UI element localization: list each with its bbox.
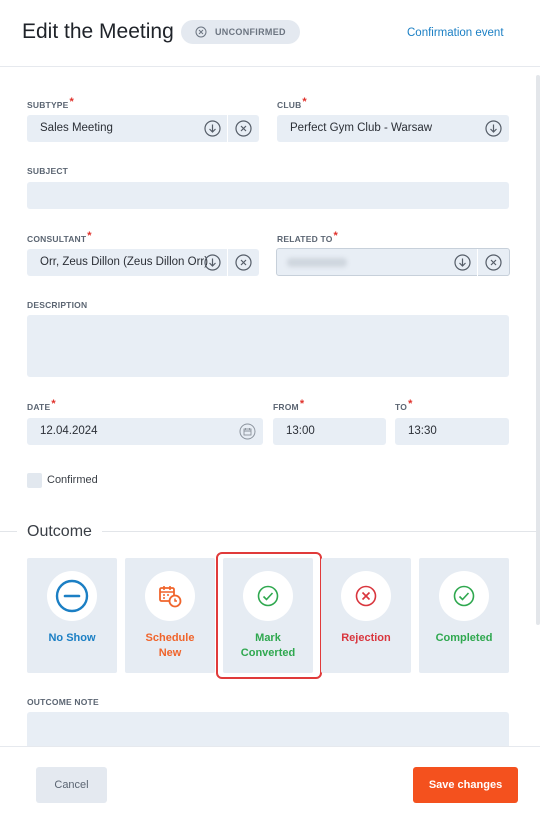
consultant-label: CONSULTANT* — [27, 230, 92, 244]
to-time-input[interactable]: 13:30 — [395, 418, 509, 445]
date-value: 12.04.2024 — [40, 425, 98, 437]
outcome-label: Rejection — [341, 632, 391, 644]
outcome-label: Completed — [435, 632, 493, 644]
from-time-input[interactable]: 13:00 — [273, 418, 386, 445]
x-circle-icon — [355, 585, 377, 607]
description-textarea[interactable] — [27, 315, 509, 377]
x-circle-icon — [195, 26, 207, 38]
outcome-no-show[interactable]: No Show — [27, 558, 117, 673]
modal-header: Edit the Meeting UNCONFIRMED Confirmatio… — [0, 0, 540, 67]
outcome-title: Outcome — [17, 523, 102, 541]
consultant-select[interactable]: Orr, Zeus Dillon (Zeus Dillon Orr) — [27, 249, 259, 276]
confirmation-event-link[interactable]: Confirmation event — [407, 27, 504, 39]
page-title: Edit the Meeting — [22, 20, 174, 43]
calendar-icon[interactable] — [239, 423, 256, 440]
subtype-label: SUBTYPE* — [27, 96, 75, 110]
dropdown-arrow-icon[interactable] — [204, 120, 221, 137]
club-select[interactable]: Perfect Gym Club - Warsaw — [277, 115, 509, 142]
from-value: 13:00 — [286, 425, 315, 437]
clear-icon[interactable] — [485, 254, 502, 271]
subtype-value: Sales Meeting — [40, 122, 113, 134]
confirmed-label: Confirmed — [47, 474, 98, 486]
club-label: CLUB* — [277, 96, 307, 110]
cancel-button[interactable]: Cancel — [36, 767, 107, 803]
status-badge-label: UNCONFIRMED — [215, 27, 286, 37]
outcome-completed[interactable]: Completed — [419, 558, 509, 673]
clear-icon[interactable] — [235, 120, 252, 137]
status-badge: UNCONFIRMED — [181, 20, 300, 44]
outcome-schedule-new[interactable]: Schedule New — [125, 558, 215, 673]
clear-icon[interactable] — [235, 254, 252, 271]
related-to-label: RELATED TO* — [277, 230, 339, 244]
subject-input[interactable] — [27, 182, 509, 209]
outcome-label: No Show — [48, 632, 96, 644]
selection-highlight — [216, 552, 322, 679]
related-to-select[interactable] — [276, 248, 510, 276]
club-value: Perfect Gym Club - Warsaw — [290, 122, 433, 134]
from-label: FROM* — [273, 398, 305, 412]
redacted-value — [287, 258, 347, 267]
date-label: DATE* — [27, 398, 56, 412]
save-changes-button[interactable]: Save changes — [413, 767, 518, 803]
to-value: 13:30 — [408, 425, 437, 437]
modal-footer: Cancel Save changes — [0, 746, 540, 825]
subject-label: SUBJECT — [27, 166, 69, 176]
outcome-label-2: New — [158, 647, 182, 659]
dropdown-arrow-icon[interactable] — [454, 254, 471, 271]
outcome-label: Schedule — [145, 632, 195, 644]
dropdown-arrow-icon[interactable] — [204, 254, 221, 271]
outcome-note-label: OUTCOME NOTE — [27, 697, 99, 707]
dropdown-arrow-icon[interactable] — [485, 120, 502, 137]
minus-circle-icon — [55, 579, 89, 613]
confirmed-checkbox[interactable] — [27, 473, 42, 488]
to-label: TO* — [395, 398, 413, 412]
description-label: DESCRIPTION — [27, 300, 88, 310]
outcome-rejection[interactable]: Rejection — [321, 558, 411, 673]
calendar-clock-icon — [159, 586, 182, 608]
consultant-value: Orr, Zeus Dillon (Zeus Dillon Orr) — [40, 256, 209, 268]
check-circle-icon — [453, 585, 475, 607]
scrollbar[interactable] — [536, 75, 540, 625]
subtype-select[interactable]: Sales Meeting — [27, 115, 259, 142]
date-input[interactable]: 12.04.2024 — [27, 418, 263, 445]
